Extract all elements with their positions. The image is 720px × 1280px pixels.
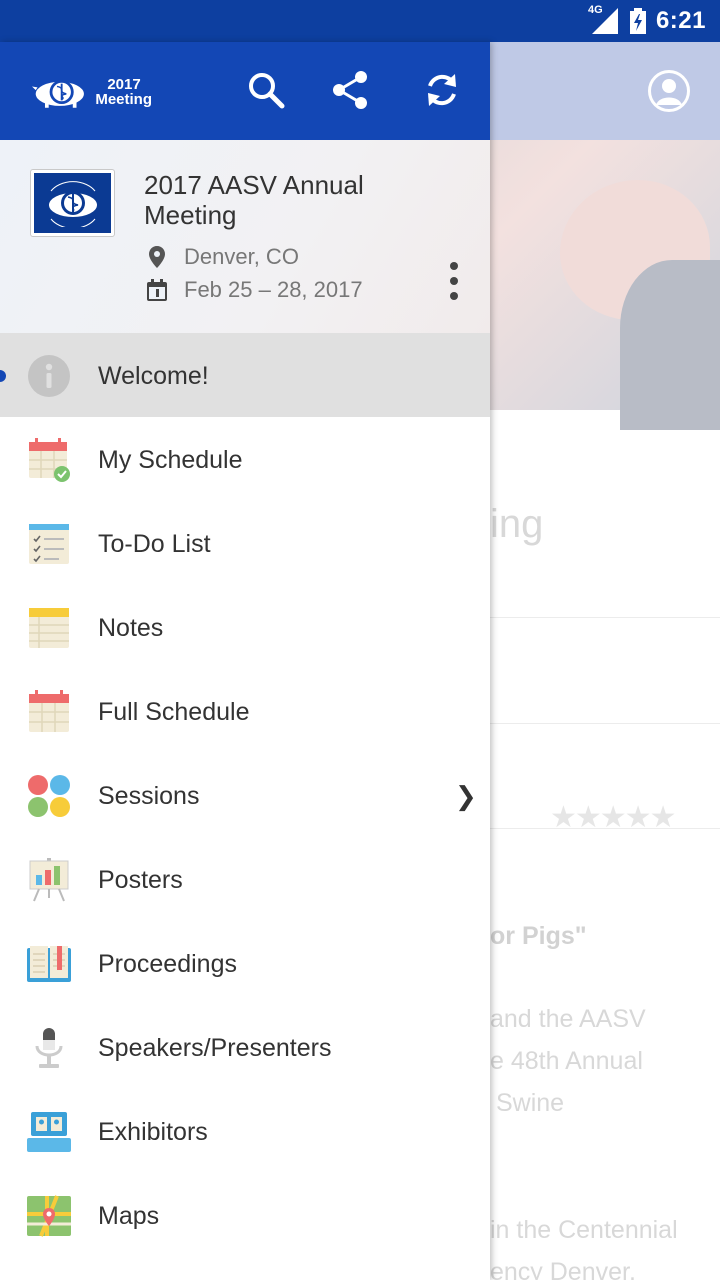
app-logo: 2017 Meeting [32, 72, 152, 112]
event-location-text: Denver, CO [184, 244, 299, 269]
chevron-right-icon: ❯ [455, 781, 477, 811]
body-line: e 48th Annual [490, 1047, 643, 1075]
menu-item-label: To-Do List [98, 530, 211, 558]
dots-grid-icon [28, 775, 70, 817]
menu-item-label: Proceedings [98, 950, 237, 978]
booth-icon [27, 1112, 71, 1152]
menu-item-label: Exhibitors [98, 1118, 208, 1146]
body-line: ency Denver. [490, 1258, 636, 1280]
search-icon[interactable] [246, 70, 286, 110]
menu-item-proceedings[interactable]: Proceedings [0, 921, 490, 1005]
info-icon [28, 355, 70, 397]
status-bar: 4G 6:21 [0, 0, 720, 42]
book-icon [27, 946, 71, 982]
person-image [620, 260, 720, 430]
clock: 6:21 [655, 7, 706, 34]
account-icon[interactable] [648, 70, 690, 112]
aasv-logo [30, 169, 115, 237]
menu-item-label: Posters [98, 866, 183, 894]
drawer-toolbar: 2017 Meeting [0, 42, 490, 140]
event-location: Denver, CO [144, 244, 299, 270]
logo-year: 2017 [107, 76, 141, 93]
menu-item-speakers-presenters[interactable]: Speakers/Presenters [0, 1005, 490, 1089]
divider [490, 617, 720, 618]
menu-item-todo-list[interactable]: To-Do List [0, 501, 490, 585]
checklist-icon [29, 524, 69, 564]
event-card[interactable]: 2017 AASV Annual Meeting Denver, CO Feb … [0, 140, 490, 333]
share-icon[interactable] [330, 70, 370, 110]
body-line: in the Centennial [490, 1216, 678, 1244]
active-indicator [0, 370, 6, 382]
event-dates-text: Feb 25 – 28, 2017 [184, 277, 363, 302]
quote-fragment: or Pigs" [490, 922, 587, 950]
battery-icon [629, 8, 646, 34]
menu-item-exhibitors[interactable]: Exhibitors [0, 1089, 490, 1173]
logo-word: Meeting [95, 91, 152, 108]
aasv-emblem-icon [48, 181, 97, 227]
notepad-icon [29, 608, 69, 648]
divider [490, 723, 720, 724]
menu-item-label: Welcome! [98, 362, 209, 390]
more-options-icon[interactable] [446, 262, 462, 300]
calendar-icon [29, 690, 69, 732]
menu-item-notes[interactable]: Notes [0, 585, 490, 669]
menu-item-label: Maps [98, 1202, 160, 1230]
divider [490, 828, 720, 829]
menu-item-posters[interactable]: Posters [0, 837, 490, 921]
menu-item-my-schedule[interactable]: My Schedule [0, 417, 490, 501]
menu-item-label: Sessions [98, 782, 200, 810]
menu-item-label: Notes [98, 614, 164, 642]
drawer-menu: Welcome! My Schedule To-Do List Notes Fu… [0, 333, 490, 1257]
menu-item-welcome[interactable]: Welcome! [0, 333, 490, 417]
menu-item-maps[interactable]: Maps [0, 1173, 490, 1257]
event-title-fragment: ing [490, 502, 544, 546]
menu-item-label: My Schedule [98, 446, 243, 474]
menu-item-full-schedule[interactable]: Full Schedule [0, 669, 490, 753]
menu-item-label: Full Schedule [98, 698, 250, 726]
easel-chart-icon [29, 858, 69, 902]
signal-icon: 4G [588, 4, 620, 34]
event-dates: Feb 25 – 28, 2017 [144, 277, 363, 303]
location-pin-icon [149, 246, 165, 268]
refresh-icon[interactable] [422, 70, 462, 110]
body-line: Swine [496, 1089, 565, 1117]
body-line: and the AASV [490, 1005, 646, 1033]
microphone-icon [35, 1028, 63, 1068]
navigation-drawer: 2017 Meeting 2017 AASV Annual Meeting De… [0, 42, 490, 1280]
event-title: 2017 AASV Annual Meeting [144, 170, 364, 230]
calendar-check-icon [29, 438, 70, 482]
pig-logo-icon [32, 79, 84, 108]
calendar-small-icon [147, 279, 167, 301]
menu-item-label: Speakers/Presenters [98, 1034, 332, 1062]
rating-stars[interactable]: ★★★★★ [550, 800, 676, 835]
map-icon [27, 1195, 71, 1237]
menu-item-sessions[interactable]: Sessions ❯ [0, 753, 490, 837]
